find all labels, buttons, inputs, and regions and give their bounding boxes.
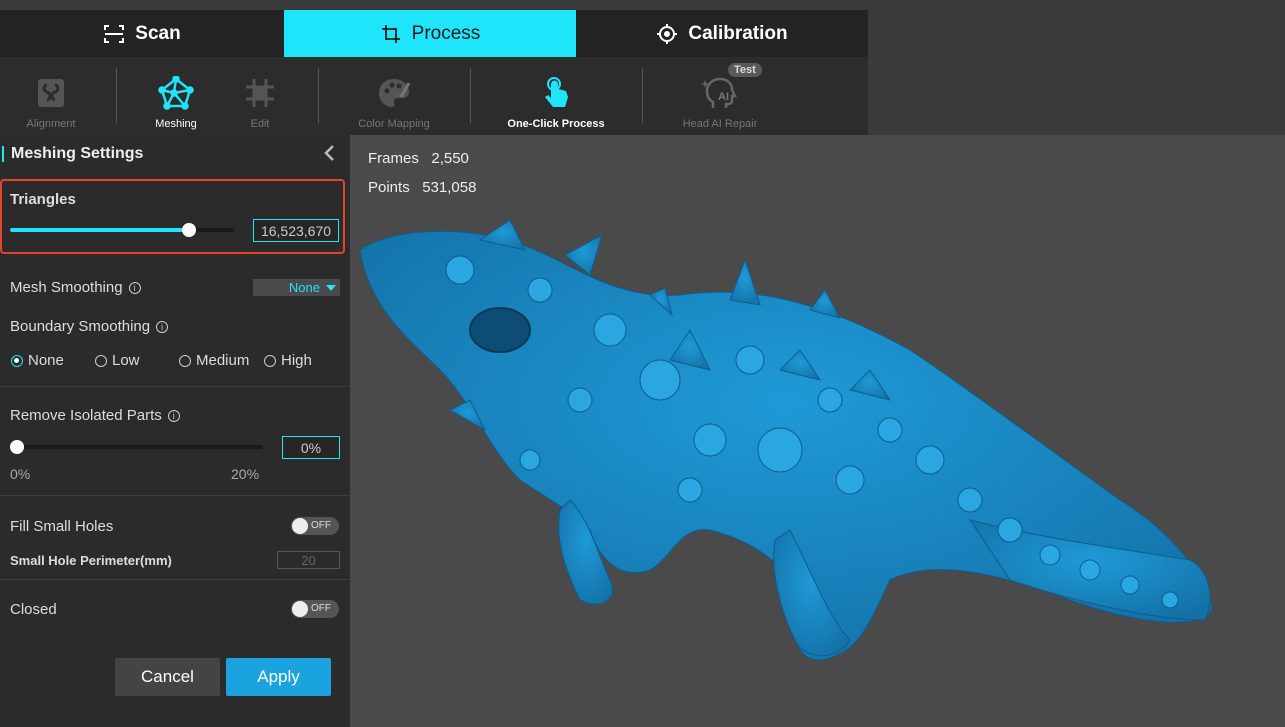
radio-high[interactable]: High (264, 352, 312, 369)
radio-button-selected[interactable] (11, 354, 23, 367)
isolated-parts-slider-handle[interactable] (10, 440, 24, 454)
frames-stat: Frames 2,550 (368, 150, 469, 167)
radio-medium[interactable]: Medium (179, 352, 249, 369)
points-stat: Points 531,058 (368, 179, 477, 196)
toolbar-empty-area (868, 57, 1285, 135)
slider-max-label: 20% (231, 466, 260, 482)
section-divider (0, 386, 350, 387)
info-icon[interactable]: i (156, 320, 169, 333)
radio-button[interactable] (95, 354, 107, 367)
cancel-button[interactable]: Cancel (115, 658, 220, 696)
scan-frame-icon (104, 24, 125, 43)
section-divider (0, 495, 350, 496)
remove-isolated-label: Remove Isolated Parts (10, 407, 162, 424)
meshing-icon (158, 76, 194, 110)
chevron-left-icon (324, 145, 334, 161)
apply-button[interactable]: Apply (226, 658, 331, 696)
mesh-smoothing-label: Mesh Smoothing (10, 279, 123, 296)
mesh-smoothing-row: Mesh Smoothing i (10, 279, 141, 296)
collapse-panel-button[interactable] (320, 143, 340, 163)
scanned-dinosaur-model[interactable] (350, 200, 1285, 670)
fill-holes-toggle[interactable]: OFF (291, 517, 339, 535)
info-icon[interactable]: i (128, 281, 141, 294)
model-eye-socket (469, 307, 531, 353)
boundary-smoothing-row: Boundary Smoothing i (10, 318, 169, 335)
radio-button[interactable] (179, 354, 191, 367)
section-marker (2, 146, 4, 162)
hole-perimeter-input[interactable]: 20 (277, 551, 340, 569)
triangles-slider-fill (10, 228, 190, 232)
tool-color-mapping[interactable]: Color Mapping (344, 62, 444, 130)
remove-isolated-row: Remove Isolated Parts i (10, 407, 180, 424)
radio-button[interactable] (264, 354, 276, 367)
palette-icon (379, 79, 411, 107)
tab-scan[interactable]: Scan (0, 10, 284, 57)
crosshair-icon (657, 23, 678, 44)
mesh-smoothing-dropdown[interactable]: None (253, 279, 340, 296)
tab-calibration[interactable]: Calibration (576, 10, 868, 57)
triangles-value-input[interactable]: 16,523,670 (253, 219, 339, 242)
head-ai-icon: AI (701, 77, 738, 108)
section-divider (0, 579, 350, 580)
edit-grid-icon (246, 79, 274, 107)
test-badge: Test (728, 63, 762, 77)
toggle-knob (292, 601, 308, 617)
alignment-icon (38, 79, 64, 107)
radio-low[interactable]: Low (95, 352, 140, 369)
panel-title: Meshing Settings (11, 145, 144, 162)
tool-meshing[interactable]: Meshing (140, 62, 212, 130)
triangles-label: Triangles (10, 191, 76, 208)
toolbar-divider (318, 68, 319, 123)
info-icon[interactable]: i (167, 409, 180, 422)
slider-min-label: 0% (10, 466, 31, 482)
tab-process[interactable]: Process (284, 10, 576, 57)
boundary-smoothing-label: Boundary Smoothing (10, 318, 151, 335)
toolbar-divider (642, 68, 643, 123)
radio-none[interactable]: None (11, 352, 64, 369)
toolbar-divider (116, 68, 117, 123)
caret-down-icon (326, 284, 336, 291)
isolated-parts-slider[interactable] (10, 445, 263, 449)
hole-perimeter-label: Small Hole Perimeter(mm) (10, 553, 172, 568)
tool-edit[interactable]: Edit (228, 62, 292, 130)
toolbar-divider (470, 68, 471, 123)
mesh-smoothing-selected: None (288, 280, 320, 295)
tool-one-click-process[interactable]: One-Click Process (496, 62, 616, 130)
isolated-parts-value-input[interactable]: 0% (282, 436, 340, 459)
tap-hand-icon (545, 77, 568, 107)
crop-icon (381, 24, 400, 43)
closed-toggle[interactable]: OFF (291, 600, 339, 618)
closed-label: Closed (10, 601, 57, 618)
tool-alignment[interactable]: Alignment (14, 62, 88, 130)
fill-holes-label: Fill Small Holes (10, 518, 114, 535)
svg-text:AI: AI (718, 91, 729, 103)
toggle-knob (292, 518, 308, 534)
